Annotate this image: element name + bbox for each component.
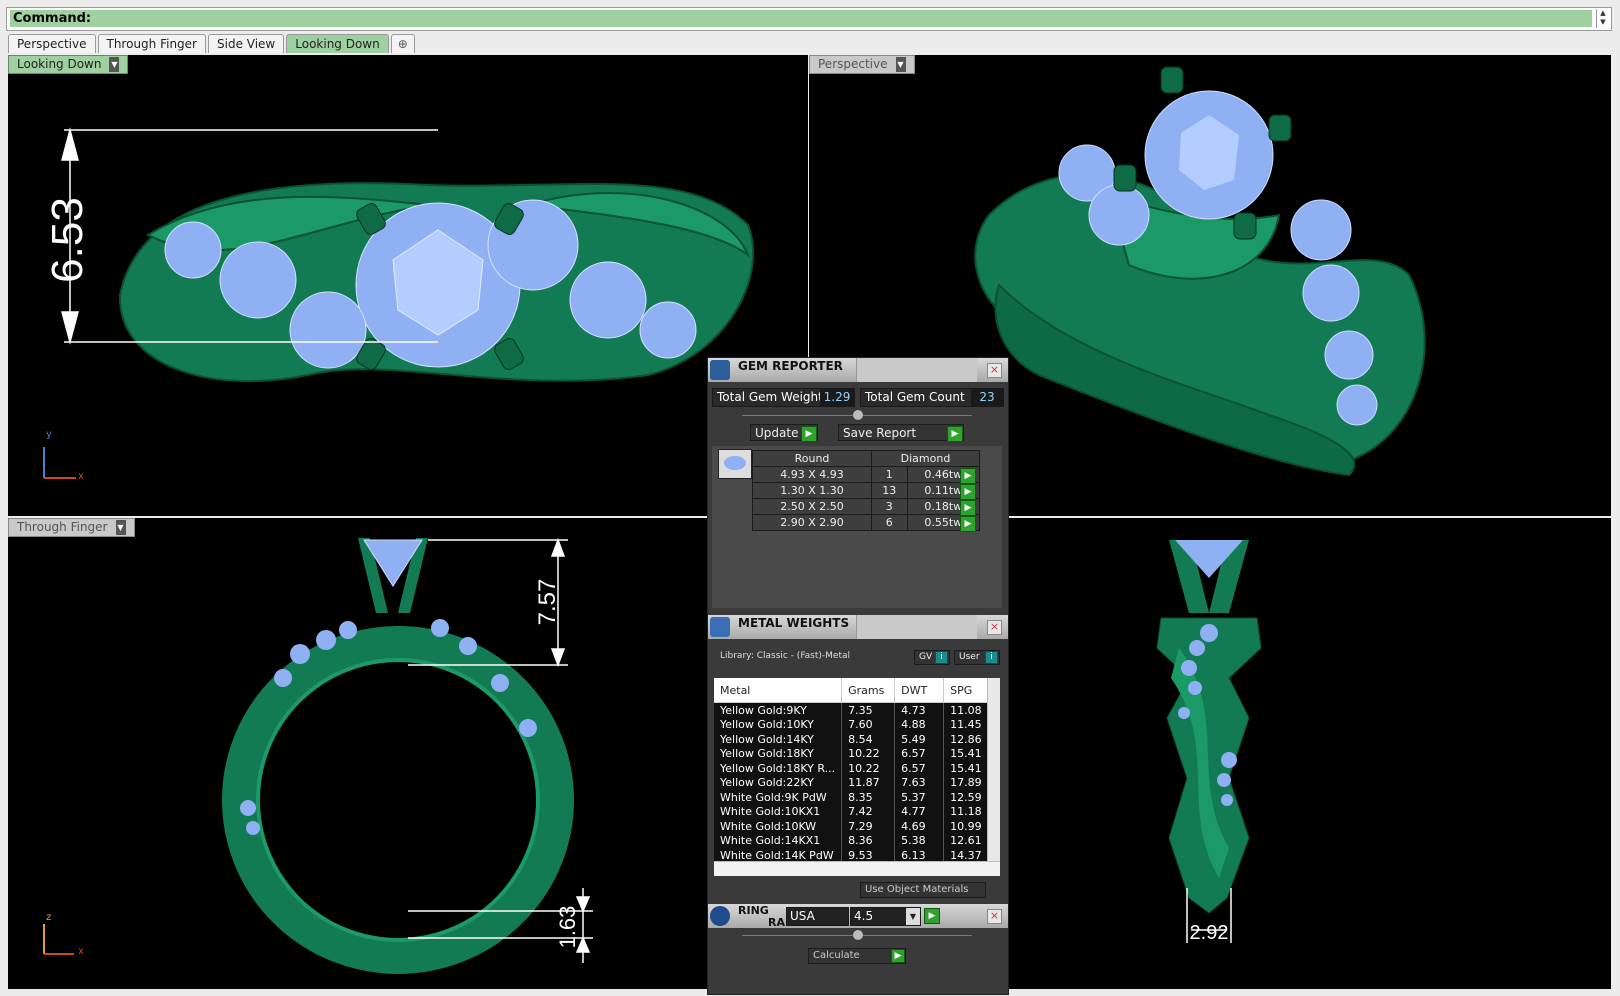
ring-size-select[interactable]: 4.5 ▼ — [850, 907, 921, 926]
dimension-label-thickness: 1.63 — [555, 905, 580, 949]
metal-weights-header[interactable]: METAL WEIGHTS × — [708, 615, 1008, 639]
viewport-tabs: Perspective Through Finger Side View Loo… — [8, 34, 417, 54]
use-object-materials-button[interactable]: Use Object Materials — [860, 882, 986, 898]
gem-reporter-header[interactable]: GEM REPORTER × — [708, 358, 1008, 382]
metal-row[interactable]: Yellow Gold:14KY 8.54 5.49 12.86 — [714, 732, 1000, 747]
ring-top-view — [43, 127, 755, 479]
gem-row-play-icon[interactable]: ▶ — [960, 484, 976, 500]
diamond-icon — [718, 449, 752, 479]
calculate-button[interactable]: Calculate ▶ — [808, 948, 906, 964]
total-gem-count-field: Total Gem Count 23 — [860, 388, 1004, 407]
gem-reporter-panel: GEM REPORTER × Total Gem Weight 1.29 Tot… — [707, 357, 1009, 995]
axis-z-label: z — [46, 912, 52, 923]
gem-row-play-icon[interactable]: ▶ — [960, 500, 976, 516]
column-header-metal[interactable]: Metal — [714, 678, 843, 703]
dimension-label-height: 7.57 — [534, 578, 561, 626]
ring-rail-header[interactable]: RING RAIL USA 4.5 ▼ ▶ × — [708, 904, 1008, 929]
total-gem-weight-value: 1.29 — [820, 389, 854, 406]
metal-row[interactable]: Yellow Gold:18KY R... 10.22 6.57 15.41 — [714, 761, 1000, 776]
splitter-handle-icon[interactable] — [853, 410, 863, 420]
gem-reporter-icon — [710, 360, 730, 380]
close-icon[interactable]: × — [987, 363, 1002, 378]
save-report-button[interactable]: Save Report ▶ — [838, 424, 964, 442]
metal-row[interactable]: White Gold:10KX1 7.42 4.77 11.18 — [714, 804, 1000, 819]
metal-table-container[interactable]: Metal Grams DWT SPG Yellow Gold:9KY 7.35 4… — [714, 678, 1000, 876]
gem-type-header: Diamond — [871, 450, 980, 467]
horizontal-scrollbar[interactable] — [714, 861, 1000, 876]
gem-row[interactable]: 1.30 X 1.30 13 0.11tw — [752, 482, 981, 499]
gem-row[interactable]: 4.93 X 4.93 1 0.46tw — [752, 466, 981, 483]
vertical-scrollbar[interactable] — [987, 678, 1000, 862]
metal-row[interactable]: White Gold:14KX1 8.36 5.38 12.61 — [714, 833, 1000, 848]
command-label: Command: — [13, 11, 92, 26]
column-header-dwt[interactable]: DWT — [894, 678, 945, 703]
ring-rail-icon — [710, 906, 730, 926]
play-icon: ▶ — [801, 426, 817, 442]
metal-row[interactable]: White Gold:10KW 7.29 4.69 10.99 — [714, 819, 1000, 834]
play-icon[interactable]: ▶ — [924, 908, 940, 924]
metal-row[interactable]: Yellow Gold:22KY 11.87 7.63 17.89 — [714, 775, 1000, 790]
info-icon: i — [985, 651, 998, 664]
total-gem-weight-field: Total Gem Weight 1.29 — [712, 388, 855, 407]
tab-looking-down[interactable]: Looking Down — [286, 34, 389, 53]
close-icon[interactable]: × — [987, 620, 1002, 635]
play-icon: ▶ — [947, 426, 963, 442]
gem-row-play-icon[interactable]: ▶ — [960, 516, 976, 532]
user-toggle[interactable]: User i — [954, 650, 1000, 665]
metal-row[interactable]: Yellow Gold:10KY 7.60 4.88 11.45 — [714, 717, 1000, 732]
gem-table: Round Diamond 4.93 X 4.93 1 0.46tw 1.30 X 1… — [752, 450, 981, 531]
command-input[interactable]: Command: — [10, 10, 1592, 27]
metal-weights-title: METAL WEIGHTS — [738, 616, 850, 630]
viewport-through-finger[interactable]: Through Finger ▼ 7.57 1.63 z x — [8, 518, 808, 989]
gem-row-play-icon[interactable]: ▶ — [960, 468, 976, 484]
dimension-label: 6.53 — [43, 197, 92, 283]
panel-grip[interactable] — [856, 358, 977, 382]
dimension-label-width: 2.92 — [1189, 922, 1229, 944]
viewport-looking-down[interactable]: Looking Down ▼ 6.53 y x — [8, 55, 808, 516]
command-scrollbar[interactable]: ▲ ▼ — [1596, 9, 1609, 28]
ring-region-select[interactable]: USA — [786, 907, 849, 926]
tab-through-finger[interactable]: Through Finger — [97, 34, 206, 53]
add-tab-icon[interactable]: ⊕ — [390, 34, 415, 53]
gem-reporter-title: GEM REPORTER — [738, 359, 843, 373]
gem-row[interactable]: 2.50 X 2.50 3 0.18tw — [752, 498, 981, 515]
ring-front-view — [43, 537, 593, 974]
total-gem-count-value: 23 — [971, 389, 1003, 406]
metal-library-label: Library: Classic - (Fast)-Metal — [720, 651, 851, 661]
metal-row[interactable]: Yellow Gold:18KY 10.22 6.57 15.41 — [714, 746, 1000, 761]
metal-table: Metal Grams DWT SPG Yellow Gold:9KY 7.35 4… — [714, 678, 1000, 863]
axis-x-label: x — [78, 471, 84, 482]
command-bar: Command: ▲ ▼ — [6, 7, 1612, 31]
chevron-down-icon[interactable]: ▼ — [906, 908, 920, 925]
update-button[interactable]: Update ▶ — [750, 424, 818, 442]
close-icon[interactable]: × — [987, 909, 1002, 924]
column-header-grams[interactable]: Grams — [841, 678, 896, 703]
gv-toggle[interactable]: GV i — [914, 650, 950, 665]
gem-row[interactable]: 2.90 X 2.90 6 0.55tw — [752, 514, 981, 531]
metal-row[interactable]: Yellow Gold:9KY 7.35 4.73 11.08 — [714, 702, 1000, 718]
panel-grip[interactable] — [856, 615, 977, 639]
tab-perspective[interactable]: Perspective — [8, 34, 96, 53]
tab-side-view[interactable]: Side View — [208, 34, 285, 53]
axis-y-label: y — [46, 429, 52, 440]
axis-x-label: x — [78, 946, 84, 957]
info-icon: i — [935, 651, 948, 664]
play-icon: ▶ — [891, 949, 905, 963]
metal-row[interactable]: White Gold:9K PdW 8.35 5.37 12.59 — [714, 790, 1000, 805]
metal-weights-icon — [710, 617, 730, 637]
splitter-handle-icon[interactable] — [853, 930, 863, 940]
gem-shape-header: Round — [752, 450, 872, 467]
